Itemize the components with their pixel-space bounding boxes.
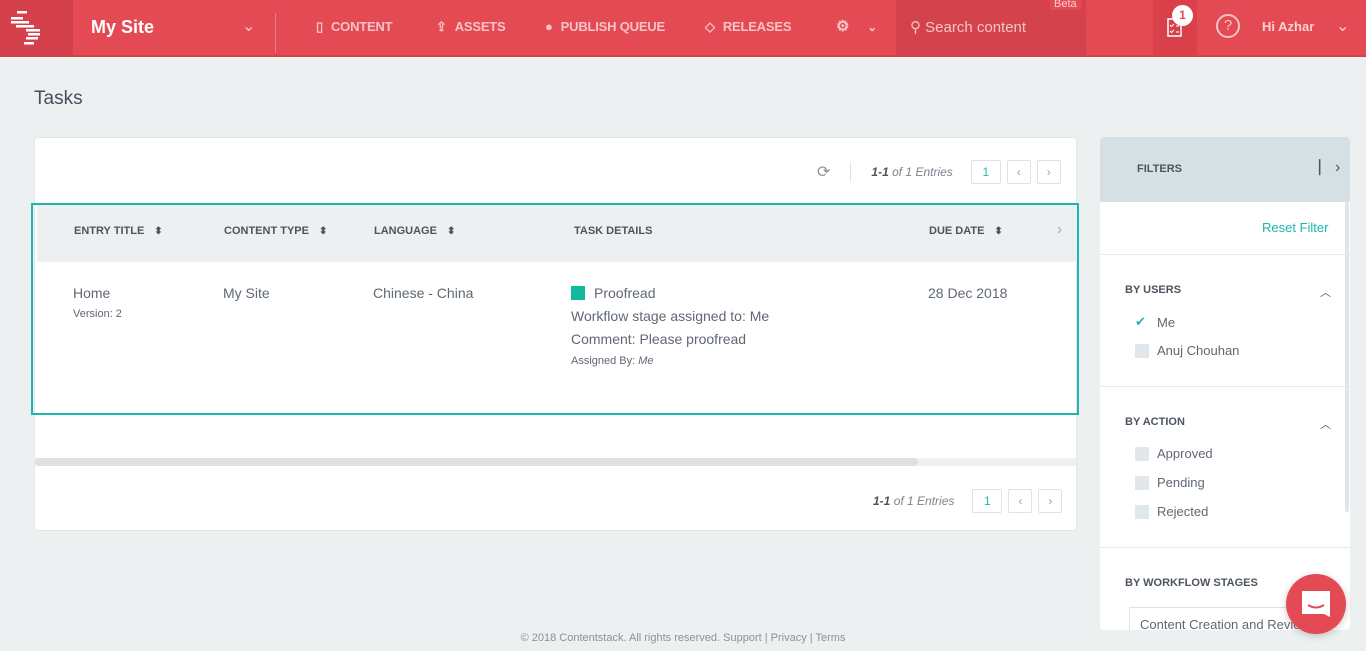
help-icon[interactable]: ? [1216,14,1240,38]
entries-count: 1-1 of 1 Entries [873,494,955,508]
by-action-heading: BY ACTION [1125,416,1185,428]
page-number[interactable]: 1 [972,489,1003,513]
task-count-badge: 1 [1172,5,1193,26]
checkbox[interactable] [1135,446,1149,461]
assigned-to: Workflow stage assigned to: Me [571,308,770,324]
divider [850,162,852,182]
by-users-heading: BY USERS [1125,284,1182,296]
chevron-up-icon[interactable]: ︿ [1320,284,1331,300]
graduation-cap-icon: ◇ [705,19,715,34]
nav-assets[interactable]: ⇪ ASSETS [436,19,506,35]
top-nav: My Site ⌄ ▯ CONTENT ⇪ ASSETS ● PUBLISH QUEU… [0,0,1366,57]
chat-icon [1302,591,1330,617]
filter-pending[interactable]: Pending [1135,475,1205,490]
chevron-up-icon[interactable]: ︿ [1320,416,1331,432]
column-content-type[interactable]: CONTENT TYPE ⬍ [224,225,327,237]
scrollbar-thumb[interactable] [35,458,918,466]
beta-badge: Beta [1050,0,1081,10]
divider [1100,547,1350,548]
user-greeting[interactable]: Hi Azhar [1262,19,1314,34]
content-type: My Site [223,285,270,301]
panel-scrollbar[interactable] [1345,202,1349,512]
sort-icon: ⬍ [154,226,163,237]
next-page-button[interactable]: › [1038,489,1063,513]
checkbox[interactable] [1135,504,1149,519]
document-icon: ▯ [316,19,323,34]
filter-approved[interactable]: Approved [1135,446,1213,461]
check-icon: ✔ [1135,314,1146,329]
site-name[interactable]: My Site [91,17,154,38]
gear-icon: ⚙ [836,18,850,35]
pagination-top: ⟳ 1-1 of 1 Entries 1 ‹ › [817,160,1061,184]
divider [275,13,276,53]
column-due-date[interactable]: DUE DATE ⬍ [929,225,1003,237]
tasks-table: ENTRY TITLE ⬍ CONTENT TYPE ⬍ LANGUAGE ⬍ TAS… [31,203,1079,415]
search-icon: ⚲ [910,19,921,36]
filter-user-anuj[interactable]: Anuj Chouhan [1135,343,1239,358]
column-entry-title[interactable]: ENTRY TITLE ⬍ [74,225,163,237]
checkbox[interactable] [1135,343,1149,358]
sort-icon: ⬍ [446,226,456,237]
table-header: ENTRY TITLE ⬍ CONTENT TYPE ⬍ LANGUAGE ⬍ TAS… [37,205,1077,262]
column-task-details: TASK DETAILS [574,225,653,237]
workflow-stage: Proofread [571,285,655,301]
entry-version: Version: 2 [73,308,122,320]
chevron-down-icon[interactable]: ⌄ [242,16,255,36]
chevron-down-icon: ⌄ [867,20,878,34]
nav-content[interactable]: ▯ CONTENT [316,19,393,35]
chevron-down-icon[interactable]: ⌄ [1336,16,1349,36]
chat-button[interactable] [1286,574,1346,634]
entries-count: 1-1 of 1 Entries [871,165,953,179]
page-title: Tasks [34,88,83,109]
filters-header: FILTERS ⎸› [1100,137,1350,202]
refresh-icon[interactable]: ⟳ [817,162,830,182]
stage-color-swatch [571,286,585,300]
sort-icon: ⬍ [994,226,1003,237]
due-date: 28 Dec 2018 [928,285,1008,301]
column-language[interactable]: LANGUAGE ⬍ [374,225,455,237]
divider [1100,254,1350,255]
settings-menu[interactable]: ⚙ ⌄ [836,17,877,35]
filter-rejected[interactable]: Rejected [1135,504,1208,519]
nav-publish-queue[interactable]: ● PUBLISH QUEUE [545,19,665,34]
pagination-bottom: 1-1 of 1 Entries 1 ‹ › [873,489,1063,513]
globe-icon: ● [545,19,553,34]
filters-panel: FILTERS ⎸› Reset Filter BY USERS ︿ ✔ Me A… [1100,137,1350,630]
collapse-panel-icon[interactable]: ⎸› [1319,159,1340,177]
upload-icon: ⇪ [436,19,447,34]
language: Chinese - China [373,285,474,301]
footer: © 2018 Contentstack. All rights reserved… [520,632,846,644]
nav-releases[interactable]: ◇ RELEASES [705,19,791,35]
contentstack-logo[interactable] [0,0,73,57]
sort-icon: ⬍ [318,226,328,237]
by-workflow-heading: BY WORKFLOW STAGES [1125,577,1258,589]
prev-page-button[interactable]: ‹ [1006,160,1031,184]
next-page-button[interactable]: › [1036,160,1061,184]
page-number[interactable]: 1 [970,160,1001,184]
assigned-by: Assigned By: Me [571,355,654,367]
comment: Comment: Please proofread [571,331,747,347]
scroll-right-icon[interactable]: › [1057,221,1062,239]
logo-icon [11,11,40,45]
filter-user-me[interactable]: ✔ Me [1135,314,1175,330]
checkbox[interactable] [1135,475,1149,490]
entry-title[interactable]: Home [73,285,110,301]
horizontal-scrollbar[interactable] [35,458,1076,466]
reset-filter-link[interactable]: Reset Filter [1262,220,1328,235]
divider [1100,386,1350,387]
prev-page-button[interactable]: ‹ [1008,489,1033,513]
